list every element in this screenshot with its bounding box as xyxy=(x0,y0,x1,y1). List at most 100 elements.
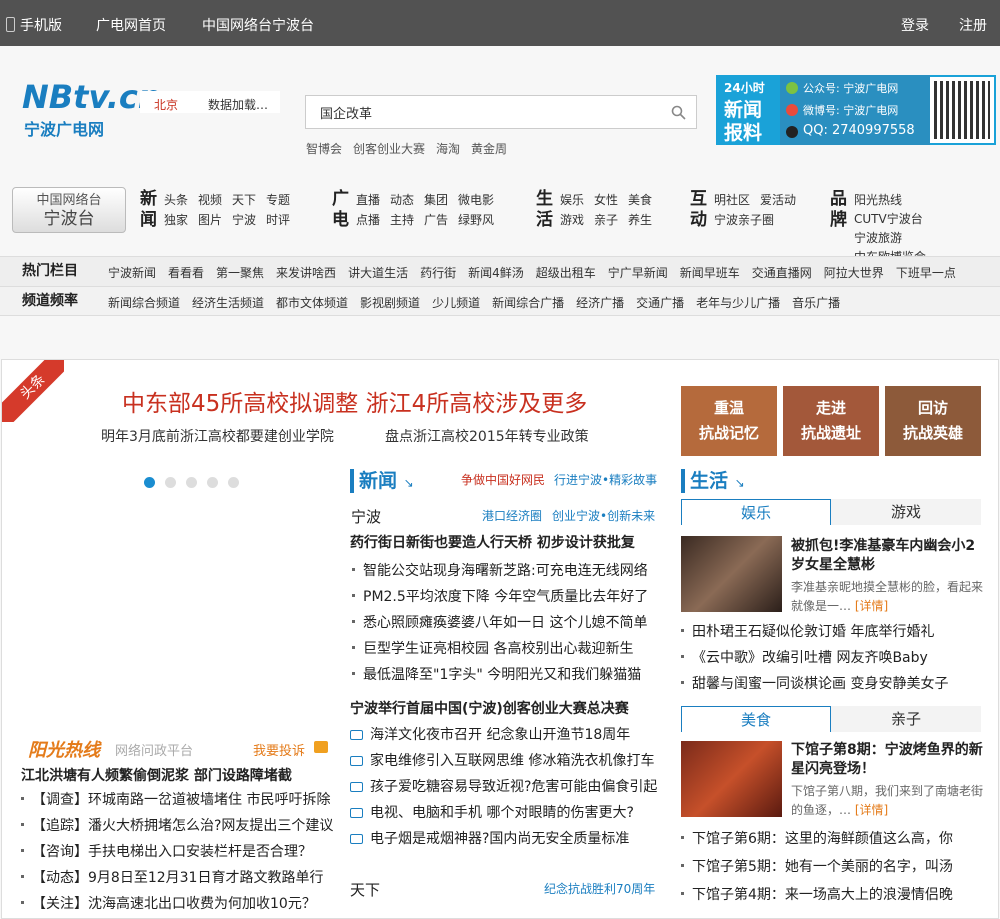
list-item[interactable]: 最低温降至"1字头" 今明阳光又和我们躲猫猫 xyxy=(352,662,648,688)
carousel-dot[interactable] xyxy=(186,477,197,488)
world-label[interactable]: 天下 xyxy=(350,879,380,900)
news-tag[interactable]: 纪念抗战胜利70周年 xyxy=(544,880,655,897)
nav-item[interactable]: 广告 xyxy=(424,211,448,228)
carousel-dot[interactable] xyxy=(228,477,239,488)
list-item[interactable]: 电视、电脑和手机 哪个对眼睛的伤害更大? xyxy=(350,800,657,826)
list-item[interactable]: 【咨询】手扶电梯出入口安装栏杆是否合理？ xyxy=(21,839,333,865)
channel-link[interactable]: 影视剧频道 xyxy=(360,296,420,310)
channel-link[interactable]: 音乐广播 xyxy=(792,296,840,310)
nav-item[interactable]: 直播 xyxy=(356,191,380,208)
list-item[interactable]: PM2.5平均浓度下降 今年空气质量比去年好了 xyxy=(352,584,648,610)
channel-link[interactable]: 经济广播 xyxy=(576,296,624,310)
nav-item[interactable]: 微电影 xyxy=(458,191,494,208)
banner-sites[interactable]: 走进 抗战遗址 xyxy=(783,386,879,456)
list-item[interactable]: 智能公交站现身海曙新芝路:可充电连无线网络 xyxy=(352,558,648,584)
banner-heroes[interactable]: 回访 抗战英雄 xyxy=(885,386,981,456)
news-tag[interactable]: 港口经济圈 xyxy=(482,507,542,524)
nav-item[interactable]: 动态 xyxy=(390,191,414,208)
register-link[interactable]: 注册 xyxy=(959,15,987,35)
nav-item[interactable]: 女性 xyxy=(594,191,618,208)
nav-item[interactable]: 天下 xyxy=(232,191,256,208)
tab-entertainment[interactable]: 娱乐 xyxy=(681,499,831,525)
news-tip-banner[interactable]: 24小时 新闻 报料 公众号: 宁波广电网 微博号: 宁波广电网 QQ: 274… xyxy=(716,75,996,145)
news-tag[interactable]: 争做中国好网民 xyxy=(461,471,545,488)
list-item[interactable]: 海洋文化夜市召开 纪念象山开渔节18周年 xyxy=(350,722,657,748)
feature-title[interactable]: 下馆子第8期：宁波烤鱼界的新星闪亮登场！ xyxy=(791,741,986,779)
cntv-badge[interactable]: 中国网络台 宁波台 xyxy=(12,187,126,233)
carousel-dot[interactable] xyxy=(144,477,155,488)
banner-remember[interactable]: 重温 抗战记忆 xyxy=(681,386,777,456)
nav-item[interactable]: 明社区 xyxy=(714,191,750,208)
hot-column-link[interactable]: 宁波新闻 xyxy=(108,266,156,280)
list-item[interactable]: 田朴珺王石疑似伦敦订婚 年底举行婚礼 xyxy=(681,619,948,645)
hot-column-link[interactable]: 超级出租车 xyxy=(536,266,596,280)
hot-column-link[interactable]: 来发讲啥西 xyxy=(276,266,336,280)
news-tag[interactable]: 创业宁波•创新未来 xyxy=(552,507,655,524)
list-item[interactable]: 【追踪】潘火大桥拥堵怎么治?网友提出三个建议 xyxy=(21,813,333,839)
list-item[interactable]: 电子烟是戒烟神器?国内尚无安全质量标准 xyxy=(350,826,657,852)
list-item[interactable]: 《云中歌》改编引吐槽 网友齐唤Baby xyxy=(681,645,948,671)
list-item[interactable]: 孩子爱吃糖容易导致近视?危害可能由偏食引起 xyxy=(350,774,657,800)
sub-headline[interactable]: 明年3月底前浙江高校都要建创业学院 xyxy=(101,426,334,446)
hot-column-link[interactable]: 讲大道生活 xyxy=(348,266,408,280)
nav-item[interactable]: 专题 xyxy=(266,191,290,208)
nav-item[interactable]: 爱活动 xyxy=(760,191,796,208)
tab-food[interactable]: 美食 xyxy=(681,706,831,732)
hot-column-link[interactable]: 药行街 xyxy=(420,266,456,280)
hot-column-link[interactable]: 看看看 xyxy=(168,266,204,280)
nav-item[interactable]: 点播 xyxy=(356,211,380,228)
news-tag[interactable]: 行进宁波•精彩故事 xyxy=(554,471,657,488)
hot-column-link[interactable]: 阿拉大世界 xyxy=(824,266,884,280)
hot-column-link[interactable]: 交通直播网 xyxy=(752,266,812,280)
hotline-logo[interactable]: 阳光热线 xyxy=(28,736,100,762)
hot-word[interactable]: 黄金周 xyxy=(471,142,507,156)
nav-item[interactable]: 集团 xyxy=(424,191,448,208)
channel-link[interactable]: 经济生活频道 xyxy=(192,296,264,310)
list-item[interactable]: 【关注】沈海高速北出口收费为何加收10元？ xyxy=(21,891,333,917)
nav-item[interactable]: 视频 xyxy=(198,191,222,208)
nav-item[interactable]: 时评 xyxy=(266,211,290,228)
search-input[interactable] xyxy=(306,96,646,128)
list-item[interactable]: 甜馨与闺蜜一同谈棋论画 变身安静美女子 xyxy=(681,671,948,697)
list-item[interactable]: 下馆子第6期：这里的海鲜颜值这么高，你 xyxy=(681,825,953,853)
hotline-top-story[interactable]: 江北洪塘有人频繁偷倒泥浆 部门设路障堵截 xyxy=(21,765,292,785)
nav-item[interactable]: 头条 xyxy=(164,191,188,208)
nav-item[interactable]: 美食 xyxy=(628,191,652,208)
city-name[interactable]: 北京 xyxy=(154,96,178,113)
feature-title[interactable]: 被抓包!李准基豪车内幽会小2岁女星全慧彬 xyxy=(791,537,986,575)
channel-link[interactable]: 少儿频道 xyxy=(432,296,480,310)
food-thumbnail[interactable] xyxy=(681,741,782,817)
channel-link[interactable]: 交通广播 xyxy=(636,296,684,310)
hot-column-link[interactable]: 第一聚焦 xyxy=(216,266,264,280)
list-item[interactable]: 【动态】9月8日至12月31日育才路文教路单行 xyxy=(21,865,333,891)
nav-item[interactable]: 独家 xyxy=(164,211,188,228)
list-item[interactable]: 下馆子第5期：她有一个美丽的名字，叫汤 xyxy=(681,853,953,881)
nav-item[interactable]: 宁波 xyxy=(232,211,256,228)
hot-column-link[interactable]: 新闻4鲜汤 xyxy=(468,266,524,280)
hot-word[interactable]: 创客创业大赛 xyxy=(353,142,425,156)
nav-item[interactable]: 娱乐 xyxy=(560,191,584,208)
site-logo[interactable]: NBtv.cn 宁波广电网 xyxy=(22,80,161,139)
nav-item[interactable]: 主持 xyxy=(390,211,414,228)
list-item[interactable]: 巨型学生证亮相校园 各高校别出心裁迎新生 xyxy=(352,636,648,662)
hot-word[interactable]: 智博会 xyxy=(306,142,342,156)
nav-item[interactable]: CUTV宁波台 xyxy=(854,210,923,229)
login-link[interactable]: 登录 xyxy=(901,15,929,35)
nav-item[interactable]: 亲子 xyxy=(594,211,618,228)
channel-link[interactable]: 都市文体频道 xyxy=(276,296,348,310)
detail-link[interactable]: [详情] xyxy=(855,599,888,613)
nav-item[interactable]: 游戏 xyxy=(560,211,584,228)
nav-item[interactable]: 绿野风 xyxy=(458,211,494,228)
tab-parenting[interactable]: 亲子 xyxy=(831,706,981,732)
list-item[interactable]: 悉心照顾瘫痪婆婆八年如一日 这个儿媳不简单 xyxy=(352,610,648,636)
news-section-title[interactable]: 新闻 ↘ xyxy=(350,469,414,493)
ningbo-label[interactable]: 宁波 xyxy=(351,506,381,527)
nav-item[interactable]: 养生 xyxy=(628,211,652,228)
home-link[interactable]: 广电网首页 xyxy=(96,15,166,35)
nav-item[interactable]: 宁波亲子圈 xyxy=(714,211,774,228)
channel-link[interactable]: 新闻综合频道 xyxy=(108,296,180,310)
list-item[interactable]: 下馆子第4期：来一场高大上的浪漫情侣晚 xyxy=(681,881,953,909)
hot-column-link[interactable]: 宁广早新闻 xyxy=(608,266,668,280)
channel-link[interactable]: 老年与少儿广播 xyxy=(696,296,780,310)
detail-link[interactable]: [详情] xyxy=(855,803,888,817)
